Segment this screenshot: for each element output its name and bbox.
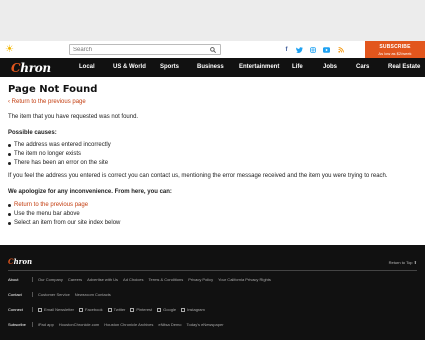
twitter-icon [107,307,112,312]
footer-link[interactable]: Ad Choices [123,277,143,282]
causes-heading: Possible causes: [8,130,57,136]
footer-row-about: About Our Company Careers Advertise with… [8,277,276,282]
youtube-icon[interactable] [322,45,331,54]
search-input[interactable] [70,45,208,54]
footer-separator [32,322,33,327]
not-found-message: The item that you have requested was not… [8,114,139,120]
nav-jobs[interactable]: Jobs [323,64,337,70]
footer-link[interactable]: eNitsa Demo [158,322,181,327]
weather-sun-icon[interactable]: ☀ [4,44,15,55]
chron-logo-text: hron [20,61,51,75]
footer-row-subscribe: Subscribe iPad app HoustonChronicle.com … [8,322,229,327]
footer-row-connect: Connect Email Newsletter Facebook Twitte… [8,307,210,312]
footer-separator [32,277,33,282]
footer-link[interactable]: Instagram [187,307,205,312]
subscribe-label: SUBSCRIBE [379,44,411,50]
footer-link[interactable]: Google [163,307,176,312]
nav-us-world[interactable]: US & World [113,64,146,70]
subscribe-button[interactable]: SUBSCRIBE As low as $2/week [365,41,425,58]
footer-separator [32,307,33,312]
footer-link[interactable]: Privacy Policy [188,277,213,282]
footer-link[interactable]: Customer Service [38,292,70,297]
ad-banner-area [0,0,425,41]
return-to-top-label: Return to Top [388,260,413,265]
footer-link[interactable]: Our Company [38,277,63,282]
footer-link[interactable]: HoustonChronicle.com [59,322,99,327]
page-title: Page Not Found [8,84,98,95]
list-item: Use the menu bar above [8,210,417,219]
footer-logo[interactable]: Chron [8,257,32,266]
footer-link[interactable]: Today's eNewspaper [187,322,224,327]
nav-life[interactable]: Life [292,64,303,70]
main-nav: Chron Local US & World Sports Business E… [0,58,425,77]
footer: Chron Return to Top ⬆ About Our Company … [0,245,425,340]
footer-link[interactable]: Facebook [85,307,103,312]
return-to-top-link[interactable]: Return to Top ⬆ [389,260,417,265]
footer-link[interactable]: Advertise with Us [87,277,118,282]
footer-row-contact: Contact Customer Service Newsroom Contac… [8,292,116,297]
footer-link[interactable]: Terms & Conditions [149,277,184,282]
instagram-icon [181,307,186,312]
list-item: The address was entered incorrectly [8,141,417,150]
footer-row-label: Contact [8,292,22,297]
back-link[interactable]: ‹ Return to the previous page [8,99,417,105]
nav-business[interactable]: Business [197,64,224,70]
subscribe-price: As low as $2/week [378,51,412,56]
list-item: The item no longer exists [8,150,417,159]
footer-row-label: Subscribe [8,322,26,327]
list-item: Select an item from our site index below [8,219,417,228]
footer-row-label: About [8,277,19,282]
facebook-icon [79,307,84,312]
twitter-icon[interactable] [295,45,304,54]
footer-separator [32,292,33,297]
footer-link[interactable]: Your California Privacy Rights [218,277,271,282]
causes-list: The address was entered incorrectly The … [8,141,417,168]
pinterest-icon [130,307,135,312]
return-previous-link[interactable]: Return to the previous page [14,202,88,208]
contact-text: If you feel the address you entered is c… [8,173,388,179]
nav-real-estate[interactable]: Real Estate [388,64,420,70]
list-item: Return to the previous page [8,201,417,210]
google-icon [157,307,162,312]
list-item: There has been an error on the site [8,159,417,168]
footer-link[interactable]: Houston Chronicle Archives [104,322,153,327]
instagram-icon[interactable] [308,45,317,54]
nav-cars[interactable]: Cars [356,64,369,70]
facebook-icon[interactable]: f [282,45,291,54]
footer-row-label: Connect [8,307,23,312]
apology-heading: We apologize for any inconvenience. From… [8,189,172,195]
footer-link[interactable]: Twitter [114,307,126,312]
footer-link[interactable]: Newsroom Contacts [75,292,111,297]
footer-link[interactable]: Careers [68,277,82,282]
footer-divider [8,270,417,271]
footer-link[interactable]: Pinterest [136,307,152,312]
search-icon[interactable] [208,45,218,54]
nav-local[interactable]: Local [79,64,95,70]
search-box [69,44,221,55]
chron-logo[interactable]: Chron [11,61,51,75]
footer-logo-text: hron [13,257,33,266]
back-link-label: Return to the previous page [11,99,86,105]
nav-sports[interactable]: Sports [160,64,179,70]
footer-link[interactable]: iPad app [38,322,54,327]
main-content: Page Not Found ‹ Return to the previous … [0,84,425,228]
top-bar: ☀ f SUBSCRIBE As low as $2/week [0,41,425,58]
solutions-list: Return to the previous page Use the menu… [8,201,417,228]
nav-entertainment[interactable]: Entertainment [239,64,279,70]
rss-icon[interactable] [336,45,345,54]
footer-link[interactable]: Email Newsletter [44,307,74,312]
email-icon [38,307,42,312]
